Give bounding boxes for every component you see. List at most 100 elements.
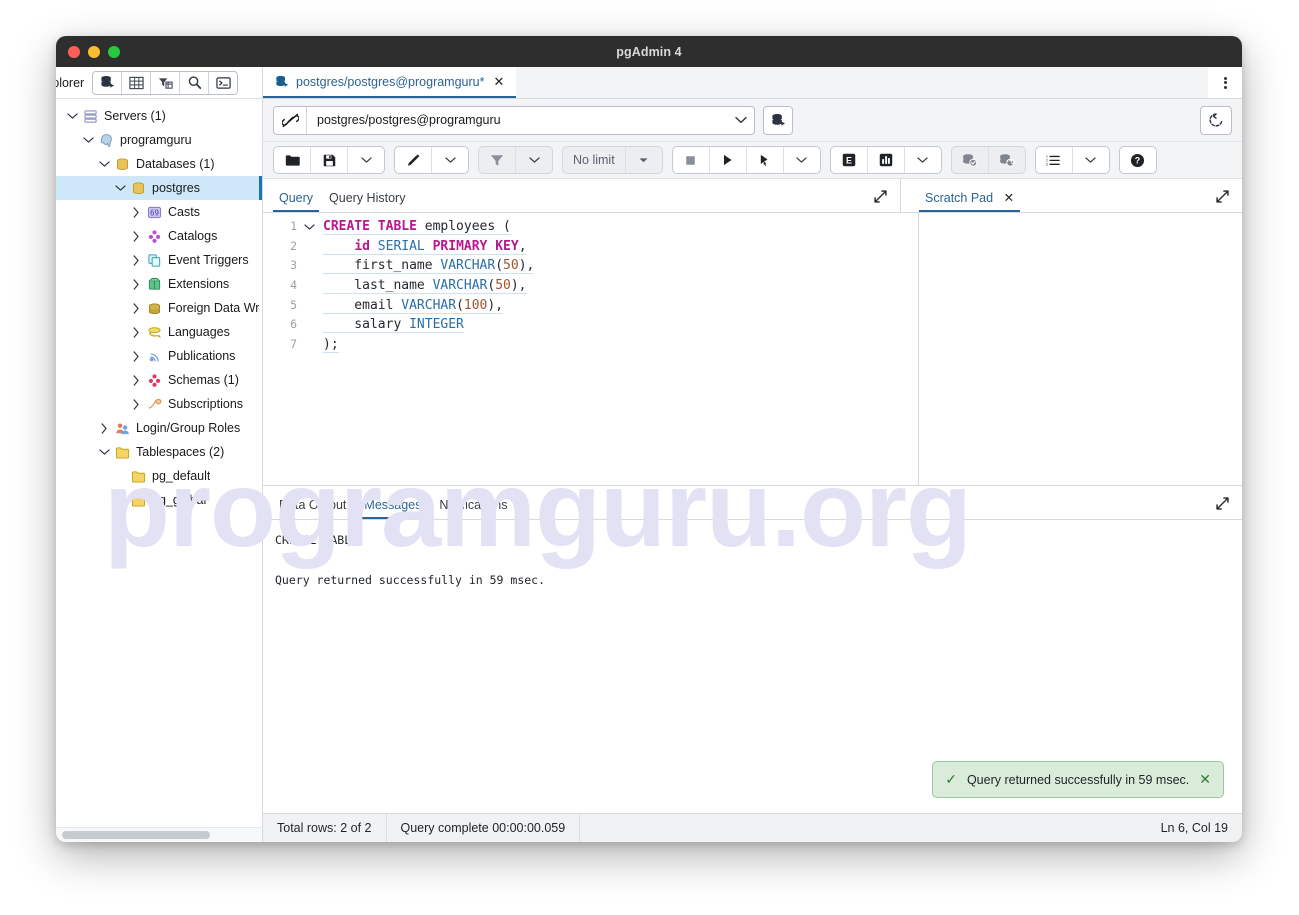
scrollbar-thumb[interactable] [62,831,210,839]
chevron-down-icon[interactable] [728,116,754,124]
execute-options-caret[interactable] [784,147,820,173]
chevron-right-icon[interactable] [128,302,144,314]
chevron-down-icon[interactable] [96,160,112,168]
scratch-pad-editor[interactable] [919,213,1242,485]
code-line[interactable]: ); [323,335,918,355]
chevron-right-icon[interactable] [128,206,144,218]
macros-caret[interactable] [1073,147,1109,173]
explain-analyze-button[interactable] [868,147,905,173]
tab-query-history[interactable]: Query History [323,191,411,212]
chevron-right-icon[interactable] [96,422,112,434]
tree-item-schemas-1[interactable]: Schemas (1) [56,368,262,392]
tab-data-output-label: Data Output [279,498,347,512]
tree-item-tablespaces-2[interactable]: Tablespaces (2) [56,440,262,464]
code-line[interactable]: email VARCHAR(100), [323,296,918,316]
tree-item-pg-default[interactable]: pg_default [56,464,262,488]
close-icon[interactable]: ✕ [1199,771,1211,788]
chevron-down-icon[interactable] [80,136,96,144]
sidebar-horizontal-scrollbar[interactable] [56,827,262,842]
more-options-icon[interactable] [1208,67,1242,98]
explain-chart-icon [879,153,893,167]
row-limit-caret[interactable] [626,147,662,173]
tab-notifications[interactable]: Notifications [433,498,513,519]
terminal-icon[interactable] [209,71,238,94]
row-limit-select[interactable]: No limit [563,147,626,173]
filter-table-icon[interactable] [151,71,181,94]
tree-item-postgres[interactable]: postgres [56,176,262,200]
tree-item-extensions[interactable]: Extensions [56,272,262,296]
grid-icon[interactable] [122,71,152,94]
fold-toggle-icon[interactable] [301,217,317,237]
sql-editor[interactable]: 1 2 3 4 5 6 7 CREATE TABLE employees ( id SERI… [263,213,919,485]
close-window-button[interactable] [68,45,80,58]
document-tab-query-tool[interactable]: postgres/postgres@programguru* ✕ [263,67,517,98]
code-line[interactable]: CREATE TABLE employees ( [323,217,918,237]
chevron-down-icon[interactable] [64,112,80,120]
new-connection-icon[interactable] [763,105,793,135]
object-explorer-icon[interactable] [93,71,123,94]
chevron-right-icon[interactable] [128,374,144,386]
object-tree[interactable]: Servers (1) programguru Databases (1) postg… [56,99,262,827]
open-file-button[interactable] [274,147,311,173]
tab-data-output[interactable]: Data Output [273,498,352,519]
tree-item-databases-1[interactable]: Databases (1) [56,152,262,176]
commit-button[interactable] [952,147,989,173]
folder-icon [285,154,300,167]
close-icon[interactable]: ✕ [493,74,504,90]
chevron-right-icon[interactable] [128,350,144,362]
chevron-right-icon[interactable] [128,230,144,242]
save-file-button[interactable] [311,147,348,173]
tree-item-programguru[interactable]: programguru [56,128,262,152]
save-options-caret[interactable] [348,147,384,173]
search-icon[interactable] [180,71,210,94]
fold-empty [301,296,317,316]
help-button[interactable]: ? [1120,147,1156,173]
tree-item-servers-1[interactable]: Servers (1) [56,104,262,128]
edit-options-caret[interactable] [432,147,468,173]
sql-code[interactable]: CREATE TABLE employees ( id SERIAL PRIMA… [317,213,918,485]
chevron-down-icon[interactable] [96,448,112,456]
chevron-right-icon[interactable] [128,278,144,290]
filter-options-caret[interactable] [516,147,552,173]
tree-item-subscriptions[interactable]: Subscriptions [56,392,262,416]
chevron-right-icon[interactable] [128,254,144,266]
connection-select[interactable]: postgres/postgres@programguru [273,105,755,135]
explain-options-caret[interactable] [905,147,941,173]
code-line[interactable]: last_name VARCHAR(50), [323,276,918,296]
zoom-window-button[interactable] [108,45,120,58]
chevron-right-icon[interactable] [128,326,144,338]
execute-to-cursor-button[interactable] [747,147,784,173]
stop-query-button[interactable] [673,147,710,173]
expand-diagonal-icon[interactable] [1212,186,1232,206]
tree-item-languages[interactable]: Languages [56,320,262,344]
code-line[interactable]: first_name VARCHAR(50), [323,256,918,276]
code-line[interactable]: salary INTEGER [323,315,918,335]
explain-button[interactable]: E [831,147,868,173]
macros-button[interactable]: 123 [1036,147,1073,173]
tree-item-event-triggers[interactable]: Event Triggers [56,248,262,272]
minimize-window-button[interactable] [88,45,100,58]
tab-scratch-pad[interactable]: Scratch Pad ✕ [919,190,1021,212]
filter-button[interactable] [479,147,516,173]
fold-gutter[interactable] [301,213,317,485]
execute-query-button[interactable] [710,147,747,173]
tab-messages[interactable]: Messages [358,498,428,519]
tree-item-publications[interactable]: Publications [56,344,262,368]
edit-button[interactable] [395,147,432,173]
chevron-right-icon[interactable] [128,398,144,410]
tree-item-label: pg_global [152,493,207,507]
tree-item-casts[interactable]: 69 Casts [56,200,262,224]
close-icon[interactable]: ✕ [1004,191,1014,205]
tree-item-catalogs[interactable]: Catalogs [56,224,262,248]
tree-item-pg-global[interactable]: pg_global [56,488,262,512]
code-line[interactable]: id SERIAL PRIMARY KEY, [323,237,918,257]
tree-item-login-group-roles[interactable]: Login/Group Roles [56,416,262,440]
rollback-button[interactable] [989,147,1025,173]
chevron-down-icon[interactable] [112,184,128,192]
expand-diagonal-icon[interactable] [1212,493,1232,513]
tab-query[interactable]: Query [273,191,320,212]
tree-item-foreign-data-wr[interactable]: Foreign Data Wr [56,296,262,320]
query-history-icon[interactable] [1200,105,1232,135]
tree-item-label: Servers (1) [104,109,166,123]
expand-diagonal-icon[interactable] [870,186,890,206]
